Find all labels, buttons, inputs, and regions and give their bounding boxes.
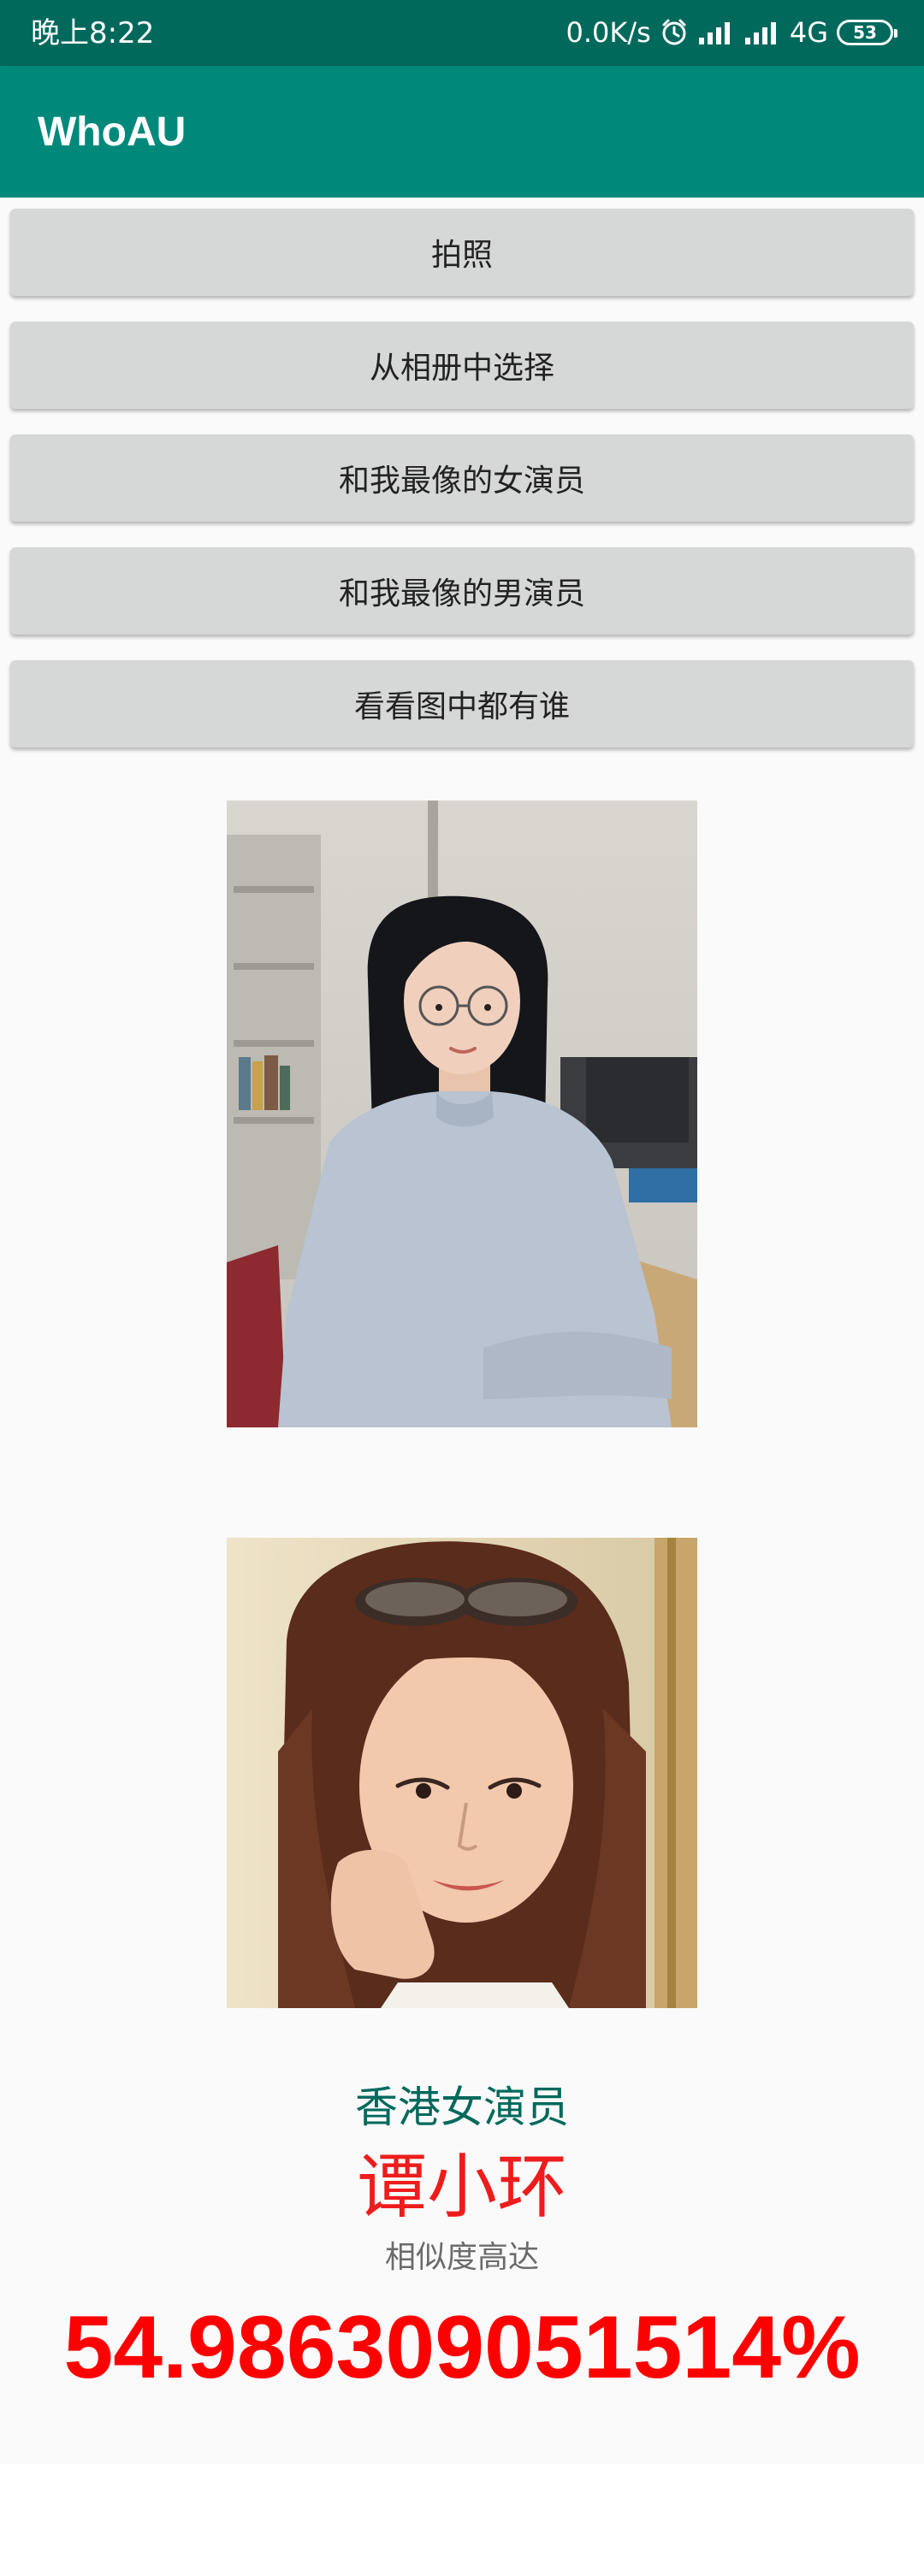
battery-icon: 53 — [837, 20, 897, 45]
status-icons: 0.0K/s 4G 53 — [566, 14, 897, 51]
result-category: 香港女演员 — [355, 2083, 569, 2132]
choose-from-album-button[interactable]: 从相册中选择 — [10, 322, 914, 409]
app-bar: WhoAU — [0, 66, 924, 198]
status-bar: 晚上8:22 0.0K/s 4G 53 — [0, 0, 924, 66]
similarity-score: 54.986309051514% — [63, 2298, 861, 2397]
most-similar-actor-button[interactable]: 和我最像的男演员 — [10, 547, 914, 635]
most-similar-actress-button[interactable]: 和我最像的女演员 — [10, 434, 914, 522]
status-time: 晚上8:22 — [31, 16, 155, 50]
signal-icon — [697, 21, 735, 44]
result-name: 谭小环 — [356, 2147, 567, 2228]
matched-actress-photo — [227, 1538, 697, 2008]
network-type: 4G — [789, 16, 828, 49]
signal-icon — [743, 21, 781, 44]
main-content: 拍照 从相册中选择 和我最像的女演员 和我最像的男演员 看看图中都有谁 香港女演… — [0, 198, 924, 2464]
network-speed: 0.0K/s — [566, 16, 651, 49]
who-is-in-picture-button[interactable]: 看看图中都有谁 — [10, 660, 914, 747]
take-photo-button[interactable]: 拍照 — [10, 209, 914, 296]
user-photo — [227, 801, 697, 1427]
alarm-icon — [660, 18, 689, 47]
battery-level: 53 — [853, 22, 877, 43]
similarity-label: 相似度高达 — [384, 2240, 539, 2275]
app-title: WhoAU — [38, 109, 187, 155]
